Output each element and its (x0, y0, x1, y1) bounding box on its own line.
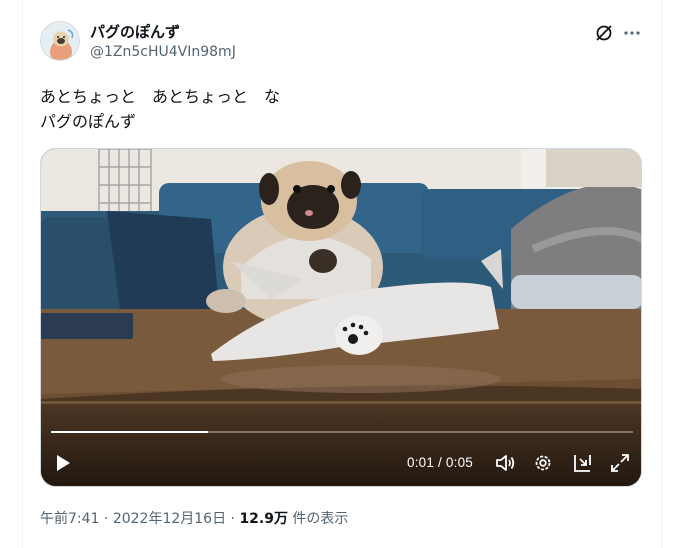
tweet-meta: 午前7:41 · 2022年12月16日 · 12.9万 件の表示 (40, 508, 348, 528)
tweet-text: あとちょっと あとちょっと な パグのぽんず (40, 84, 280, 134)
views-count[interactable]: 12.9万 (239, 511, 288, 527)
meta-separator: · (226, 511, 240, 527)
tweet-time[interactable]: 午前7:41 (40, 511, 99, 527)
volume-icon[interactable] (494, 452, 516, 474)
tweet-date[interactable]: 2022年12月16日 (113, 511, 226, 527)
user-handle[interactable]: @1Zn5cHU4VIn98mJ (90, 44, 236, 60)
meta-separator: · (99, 511, 113, 527)
video-player[interactable]: 0:01 / 0:05 (40, 148, 642, 487)
display-name[interactable]: パグのぽんず (90, 21, 180, 42)
fullscreen-icon[interactable] (609, 452, 631, 474)
progress-bar[interactable] (51, 431, 633, 433)
views-label: 件の表示 (287, 511, 349, 527)
play-icon[interactable] (53, 453, 73, 473)
gear-icon[interactable] (532, 452, 554, 474)
grok-icon[interactable] (594, 23, 614, 43)
avatar[interactable] (40, 21, 80, 61)
cushion (107, 211, 219, 317)
book (41, 313, 133, 339)
dock-icon[interactable] (571, 452, 593, 474)
tweet-text-line-2: パグのぽんず (40, 112, 137, 131)
video-time: 0:01 / 0:05 (407, 455, 474, 470)
tweet-text-line-1: あとちょっと あとちょっと な (40, 87, 281, 106)
more-icon[interactable] (622, 23, 642, 43)
progress-fill (51, 431, 209, 433)
